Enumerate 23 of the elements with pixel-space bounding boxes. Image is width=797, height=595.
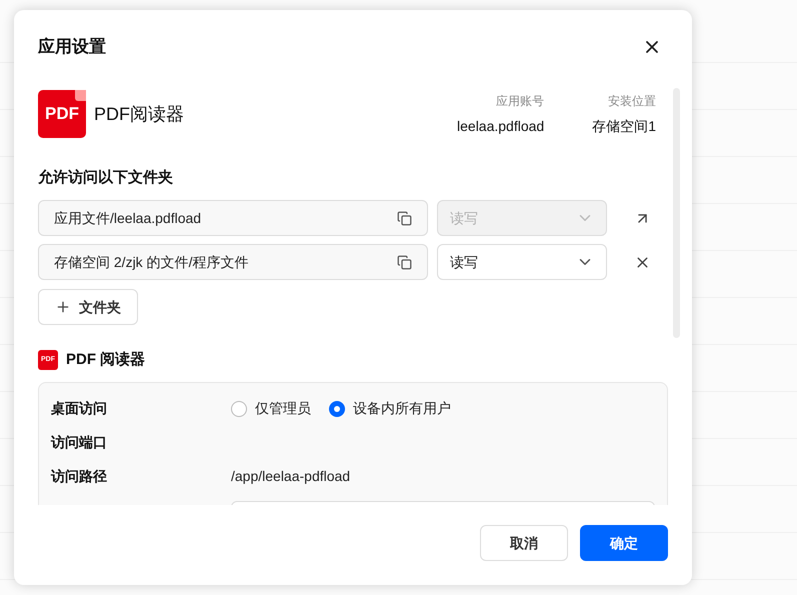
- add-folder-button[interactable]: 文件夹: [38, 289, 138, 325]
- pdf-app-icon: PDF: [38, 90, 86, 138]
- meta-value: 存储空间1: [592, 116, 656, 136]
- copy-icon[interactable]: [396, 210, 412, 226]
- dialog-title: 应用设置: [38, 36, 106, 58]
- copy-icon[interactable]: [396, 254, 412, 270]
- radio-option[interactable]: 仅管理员: [231, 398, 311, 419]
- plus-icon: [55, 299, 71, 315]
- section-heading: PDF 阅读器: [66, 350, 146, 370]
- app-name: PDF阅读器: [94, 102, 184, 126]
- permission-select[interactable]: 读写: [436, 244, 608, 280]
- confirm-button[interactable]: 确定: [580, 525, 668, 561]
- cancel-button[interactable]: 取消: [480, 525, 568, 561]
- setting-label: 访问路径: [51, 467, 108, 486]
- radio-option[interactable]: 设备内所有用户: [329, 398, 451, 419]
- section-heading: 允许访问以下文件夹: [38, 169, 173, 186]
- setting-value: /app/leelaa-pdfload: [231, 467, 350, 486]
- meta-value: leelaa.pdfload: [457, 116, 544, 136]
- setting-label: 访问端口: [51, 433, 108, 452]
- meta-label: 安装位置: [608, 92, 656, 110]
- meta-label: 应用账号: [496, 92, 544, 110]
- setting-label: 桌面访问: [51, 399, 108, 418]
- folder-path-field[interactable]: 存储空间 2/zjk 的文件/程序文件: [38, 244, 428, 280]
